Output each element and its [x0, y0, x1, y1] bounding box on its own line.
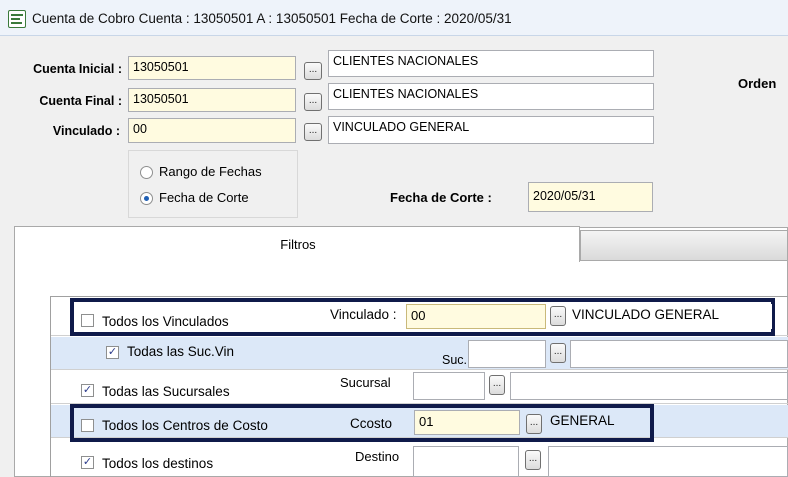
todas-suc-vin-label[interactable]: Todas las Suc.Vin — [127, 344, 234, 359]
vinculado-lookup-button[interactable]: ... — [304, 123, 322, 141]
cuenta-inicial-label: Cuenta Inicial : — [33, 62, 122, 76]
filter-vinculado-input[interactable]: 00 — [406, 304, 546, 329]
destino-label: Destino — [355, 449, 400, 464]
sucursal-lookup-button[interactable]: ... — [489, 375, 505, 395]
sucursal-input[interactable] — [413, 372, 485, 400]
check-todas-suc-vin[interactable]: ✓ — [106, 346, 119, 359]
suc-label: Suc. — [442, 353, 468, 367]
check-todos-centros-costo[interactable] — [81, 419, 94, 432]
app-icon — [8, 10, 26, 28]
todos-centros-costo-label[interactable]: Todos los Centros de Costo — [102, 418, 268, 433]
suc-lookup-button[interactable]: ... — [550, 343, 566, 363]
tab-secondary[interactable] — [580, 230, 788, 261]
sucursal-label: Sucursal — [340, 375, 391, 390]
suc-input[interactable] — [468, 340, 546, 368]
filter-vinculado-label: Vinculado : — [330, 307, 397, 322]
fecha-mode-group — [128, 150, 298, 218]
ccosto-input[interactable]: 01 — [414, 410, 520, 435]
cuenta-inicial-description: CLIENTES NACIONALES — [328, 50, 654, 77]
radio-rango-fechas-label[interactable]: Rango de Fechas — [159, 164, 262, 179]
filter-vinculado-lookup-button[interactable]: ... — [550, 306, 566, 326]
ccosto-description: GENERAL — [550, 413, 615, 428]
vinculado-description: VINCULADO GENERAL — [328, 116, 654, 144]
todos-vinculados-label[interactable]: Todos los Vinculados — [102, 314, 229, 329]
check-todos-vinculados[interactable] — [81, 314, 94, 327]
filter-vinculado-description: VINCULADO GENERAL — [568, 304, 772, 329]
tab-filtros[interactable]: Filtros — [14, 226, 580, 262]
check-todas-sucursales[interactable]: ✓ — [81, 384, 94, 397]
suc-description — [570, 340, 788, 368]
cuenta-inicial-input[interactable]: 13050501 — [128, 56, 296, 80]
radio-rango-fechas[interactable] — [140, 166, 153, 179]
ccosto-lookup-button[interactable]: ... — [526, 414, 542, 434]
fecha-corte-label: Fecha de Corte : — [390, 190, 492, 205]
radio-fecha-corte-label[interactable]: Fecha de Corte — [159, 190, 249, 205]
fecha-corte-input[interactable]: 2020/05/31 — [528, 182, 653, 212]
todos-destinos-label[interactable]: Todos los destinos — [102, 456, 213, 471]
cuenta-final-label: Cuenta Final : — [39, 94, 122, 108]
window-title: Cuenta de Cobro Cuenta : 13050501 A : 13… — [32, 11, 512, 26]
destino-description — [548, 446, 788, 477]
check-todos-destinos[interactable]: ✓ — [81, 456, 94, 469]
vinculado-input[interactable]: 00 — [128, 118, 296, 143]
cuenta-inicial-lookup-button[interactable]: ... — [304, 62, 322, 80]
window-titlebar: Cuenta de Cobro Cuenta : 13050501 A : 13… — [0, 0, 788, 36]
destino-lookup-button[interactable]: ... — [525, 450, 541, 470]
tab-filtros-label: Filtros — [280, 237, 316, 252]
cuenta-final-input[interactable]: 13050501 — [128, 88, 296, 112]
ccosto-label: Ccosto — [350, 416, 393, 431]
todas-sucursales-label[interactable]: Todas las Sucursales — [102, 384, 230, 399]
cuenta-final-lookup-button[interactable]: ... — [304, 93, 322, 111]
destino-input[interactable] — [413, 446, 519, 477]
orden-label: Orden — [738, 76, 777, 91]
sucursal-description — [510, 372, 788, 400]
vinculado-label: Vinculado : — [52, 124, 120, 138]
cuenta-final-description: CLIENTES NACIONALES — [328, 83, 654, 110]
radio-fecha-corte[interactable] — [140, 192, 153, 205]
